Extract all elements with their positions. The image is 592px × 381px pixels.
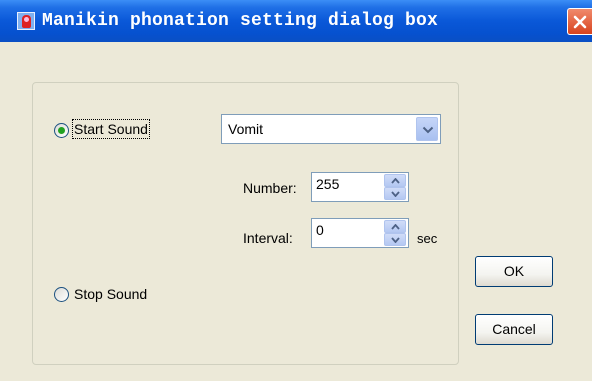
title-bar[interactable]: Manikin phonation setting dialog box xyxy=(0,0,592,42)
interval-value: 0 xyxy=(316,222,324,238)
stop-sound-label[interactable]: Stop Sound xyxy=(74,286,147,302)
cancel-button[interactable]: Cancel xyxy=(475,314,553,345)
window-title: Manikin phonation setting dialog box xyxy=(42,11,439,31)
interval-down-button[interactable] xyxy=(384,233,406,246)
number-value: 255 xyxy=(316,176,340,192)
ok-button[interactable]: OK xyxy=(475,256,553,287)
dropdown-button[interactable] xyxy=(416,117,438,141)
manikin-app-icon xyxy=(17,12,35,30)
spin-down-icon xyxy=(391,191,400,197)
spin-down-icon xyxy=(391,237,400,243)
interval-unit: sec xyxy=(417,231,438,246)
start-sound-label[interactable]: Start Sound xyxy=(72,119,150,139)
chevron-down-icon xyxy=(422,126,434,134)
start-sound-radio[interactable] xyxy=(54,123,69,138)
interval-stepper[interactable]: 0 xyxy=(311,218,409,248)
interval-up-button[interactable] xyxy=(384,220,406,233)
radio-selected-dot xyxy=(58,127,65,134)
number-label: Number: xyxy=(243,180,297,196)
interval-label: Interval: xyxy=(243,230,293,246)
spin-up-icon xyxy=(391,224,400,230)
sound-select[interactable]: Vomit xyxy=(221,114,441,144)
number-up-button[interactable] xyxy=(384,174,406,187)
stop-sound-radio[interactable] xyxy=(54,287,69,302)
close-icon xyxy=(573,15,587,29)
number-down-button[interactable] xyxy=(384,187,406,200)
number-stepper[interactable]: 255 xyxy=(311,172,409,202)
spin-up-icon xyxy=(391,178,400,184)
close-button[interactable] xyxy=(567,8,592,35)
sound-select-value: Vomit xyxy=(228,121,264,137)
